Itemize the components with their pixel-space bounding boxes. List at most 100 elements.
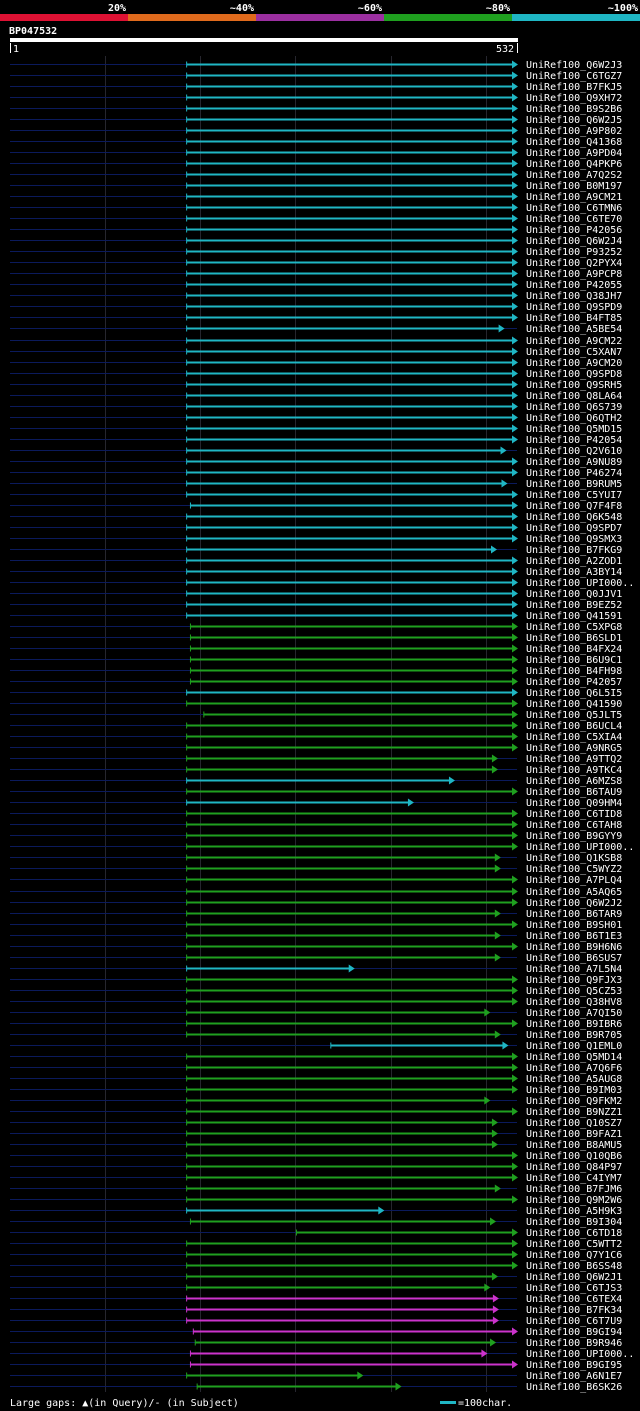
hit-label[interactable]: UniRef100_Q38HV8 [526,997,622,1008]
hit-label[interactable]: UniRef100_Q9SPD8 [526,369,622,380]
hit-label[interactable]: UniRef100_Q10SZ7 [526,1118,622,1129]
hit-label[interactable]: UniRef100_P42055 [526,280,622,291]
hit-label[interactable]: UniRef100_Q41368 [526,137,622,148]
hit-label[interactable]: UniRef100_A5BE54 [526,324,622,335]
hit-label[interactable]: UniRef100_Q09HM4 [526,798,622,809]
hit-label[interactable]: UniRef100_A5AQ65 [526,887,622,898]
hit-label[interactable]: UniRef100_B9I304 [526,1217,622,1228]
hit-label[interactable]: UniRef100_A6MZS8 [526,776,622,787]
hit-label[interactable]: UniRef100_B6SK26 [526,1382,622,1393]
hit-label[interactable]: UniRef100_Q5JLT5 [526,710,622,721]
hit-label[interactable]: UniRef100_C6TE70 [526,214,622,225]
hit-label[interactable]: UniRef100_B9EZ52 [526,600,622,611]
hit-label[interactable]: UniRef100_A9NU89 [526,457,622,468]
hit-label[interactable]: UniRef100_A7PLQ4 [526,875,622,886]
hit-label[interactable]: UniRef100_A7L5N4 [526,964,622,975]
hit-label[interactable]: UniRef100_Q6W2J1 [526,1272,622,1283]
hit-label[interactable]: UniRef100_Q1KSB8 [526,853,622,864]
hit-label[interactable]: UniRef100_B9RUM5 [526,479,622,490]
hit-label[interactable]: UniRef100_Q4PKP6 [526,159,622,170]
hit-label[interactable]: UniRef100_B7FKG9 [526,545,622,556]
hit-label[interactable]: UniRef100_A7Q6F6 [526,1063,622,1074]
hit-label[interactable]: UniRef100_Q2PYX4 [526,258,622,269]
hit-label[interactable]: UniRef100_Q6W2J4 [526,236,622,247]
hit-label[interactable]: UniRef100_B6T1E3 [526,931,622,942]
hit-label[interactable]: UniRef100_C6TAH8 [526,820,622,831]
hit-label[interactable]: UniRef100_UPI000.. [526,578,634,589]
hit-label[interactable]: UniRef100_A9PCP8 [526,269,622,280]
hit-label[interactable]: UniRef100_B6SUS7 [526,953,622,964]
hit-label[interactable]: UniRef100_Q9M2W6 [526,1195,622,1206]
hit-label[interactable]: UniRef100_Q6L5I5 [526,688,622,699]
hit-label[interactable]: UniRef100_Q9FJX3 [526,975,622,986]
hit-label[interactable]: UniRef100_C5XPG8 [526,622,622,633]
hit-label[interactable]: UniRef100_P42057 [526,677,622,688]
hit-label[interactable]: UniRef100_B9IBR6 [526,1019,622,1030]
hit-label[interactable]: UniRef100_B0M197 [526,181,622,192]
hit-label[interactable]: UniRef100_B6UCL4 [526,721,622,732]
hit-label[interactable]: UniRef100_A9P802 [526,126,622,137]
hit-label[interactable]: UniRef100_Q84P97 [526,1162,622,1173]
hit-label[interactable]: UniRef100_C5YUI7 [526,490,622,501]
hit-label[interactable]: UniRef100_Q8LA64 [526,391,622,402]
hit-label[interactable]: UniRef100_C6TJS3 [526,1283,622,1294]
hit-label[interactable]: UniRef100_B9H6N6 [526,942,622,953]
hit-label[interactable]: UniRef100_Q6K548 [526,512,622,523]
hit-label[interactable]: UniRef100_Q0JJV1 [526,589,622,600]
hit-label[interactable]: UniRef100_UPI000.. [526,842,634,853]
hit-label[interactable]: UniRef100_B8AMU5 [526,1140,622,1151]
hit-label[interactable]: UniRef100_B7FK34 [526,1305,622,1316]
hit-label[interactable]: UniRef100_Q9FKM2 [526,1096,622,1107]
hit-label[interactable]: UniRef100_Q9SPD9 [526,302,622,313]
hit-label[interactable]: UniRef100_Q2V610 [526,446,622,457]
hit-label[interactable]: UniRef100_A9CM22 [526,336,622,347]
hit-label[interactable]: UniRef100_Q38JH7 [526,291,622,302]
hit-label[interactable]: UniRef100_P93252 [526,247,622,258]
hit-label[interactable]: UniRef100_A7Q2S2 [526,170,622,181]
hit-label[interactable]: UniRef100_Q5MD14 [526,1052,622,1063]
hit-label[interactable]: UniRef100_Q9SPD7 [526,523,622,534]
hit-label[interactable]: UniRef100_A2ZOD1 [526,556,622,567]
hit-label[interactable]: UniRef100_B4FH98 [526,666,622,677]
hit-label[interactable]: UniRef100_B6SS48 [526,1261,622,1272]
hit-label[interactable]: UniRef100_C5XIA4 [526,732,622,743]
hit-label[interactable]: UniRef100_C5XAN7 [526,347,622,358]
hit-label[interactable]: UniRef100_C6TID8 [526,809,622,820]
hit-label[interactable]: UniRef100_A9CM21 [526,192,622,203]
hit-label[interactable]: UniRef100_Q9SRH5 [526,380,622,391]
hit-label[interactable]: UniRef100_Q9SMX3 [526,534,622,545]
hit-label[interactable]: UniRef100_A3BY14 [526,567,622,578]
hit-label[interactable]: UniRef100_Q6W2J5 [526,115,622,126]
hit-label[interactable]: UniRef100_B7FKJ5 [526,82,622,93]
hit-label[interactable]: UniRef100_Q1EML0 [526,1041,622,1052]
hit-label[interactable]: UniRef100_A9CM20 [526,358,622,369]
hit-label[interactable]: UniRef100_B6TAR9 [526,909,622,920]
hit-label[interactable]: UniRef100_A9PD04 [526,148,622,159]
hit-label[interactable]: UniRef100_B4FX24 [526,644,622,655]
hit-label[interactable]: UniRef100_A9TTQ2 [526,754,622,765]
hit-label[interactable]: UniRef100_A5H9K3 [526,1206,622,1217]
hit-label[interactable]: UniRef100_C6TEX4 [526,1294,622,1305]
hit-label[interactable]: UniRef100_B9R946 [526,1338,622,1349]
hit-label[interactable]: UniRef100_B7FJM6 [526,1184,622,1195]
hit-label[interactable]: UniRef100_B6SLD1 [526,633,622,644]
hit-label[interactable]: UniRef100_P46274 [526,468,622,479]
hit-label[interactable]: UniRef100_B9R705 [526,1030,622,1041]
hit-label[interactable]: UniRef100_B6U9C1 [526,655,622,666]
hit-label[interactable]: UniRef100_B9IM03 [526,1085,622,1096]
hit-label[interactable]: UniRef100_C5WTT2 [526,1239,622,1250]
hit-label[interactable]: UniRef100_Q41591 [526,611,622,622]
hit-label[interactable]: UniRef100_C4IYM7 [526,1173,622,1184]
hit-label[interactable]: UniRef100_Q6QTH2 [526,413,622,424]
hit-label[interactable]: UniRef100_Q7F4F8 [526,501,622,512]
hit-label[interactable]: UniRef100_A9TKC4 [526,765,622,776]
hit-label[interactable]: UniRef100_B9FAZ1 [526,1129,622,1140]
hit-label[interactable]: UniRef100_B9GI95 [526,1360,622,1371]
hit-label[interactable]: UniRef100_C6TGZ7 [526,71,622,82]
hit-label[interactable]: UniRef100_Q6S739 [526,402,622,413]
hit-label[interactable]: UniRef100_P42054 [526,435,622,446]
hit-label[interactable]: UniRef100_A7QI50 [526,1008,622,1019]
hit-label[interactable]: UniRef100_Q6W2J2 [526,898,622,909]
hit-label[interactable]: UniRef100_C6TMN6 [526,203,622,214]
hit-label[interactable]: UniRef100_B9SH01 [526,920,622,931]
